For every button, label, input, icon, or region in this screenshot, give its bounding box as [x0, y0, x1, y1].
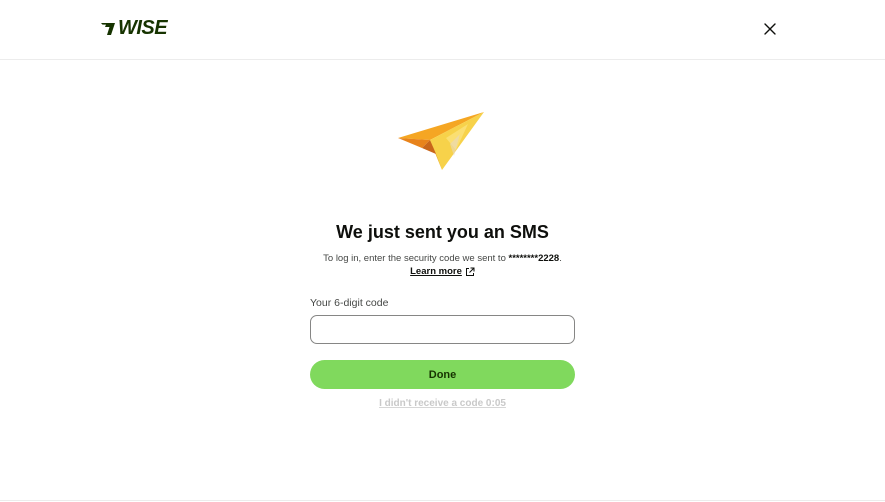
code-input[interactable]: [310, 315, 575, 344]
resend-code-label: I didn't receive a code 0:05: [379, 398, 506, 409]
page-title: We just sent you an SMS: [336, 222, 549, 242]
learn-more-row: Learn more: [0, 265, 885, 278]
wise-flag-icon: [101, 23, 115, 35]
learn-more-link[interactable]: Learn more: [410, 265, 462, 278]
external-link-icon[interactable]: [465, 267, 475, 277]
done-button[interactable]: Done: [310, 360, 575, 389]
subtitle: To log in, enter the security code we se…: [0, 252, 885, 265]
logo-text: WISE: [118, 17, 168, 39]
code-field-label: Your 6-digit code: [310, 297, 389, 309]
subtitle-prefix: To log in, enter the security code we se…: [323, 253, 509, 264]
masked-phone-number: ********2228: [508, 253, 560, 264]
bottom-divider: [0, 500, 885, 501]
close-button[interactable]: [760, 19, 780, 39]
wise-logo[interactable]: WISE: [100, 17, 168, 39]
resend-code-link[interactable]: I didn't receive a code 0:05: [0, 397, 885, 410]
paper-plane-illustration: [396, 108, 486, 174]
paper-plane-icon: [398, 112, 484, 170]
subtitle-suffix: .: [559, 253, 562, 264]
login-verification-page: WISE We just sent you an SMS To log in, …: [0, 0, 885, 502]
close-icon: [764, 23, 776, 35]
header: WISE: [0, 0, 885, 60]
